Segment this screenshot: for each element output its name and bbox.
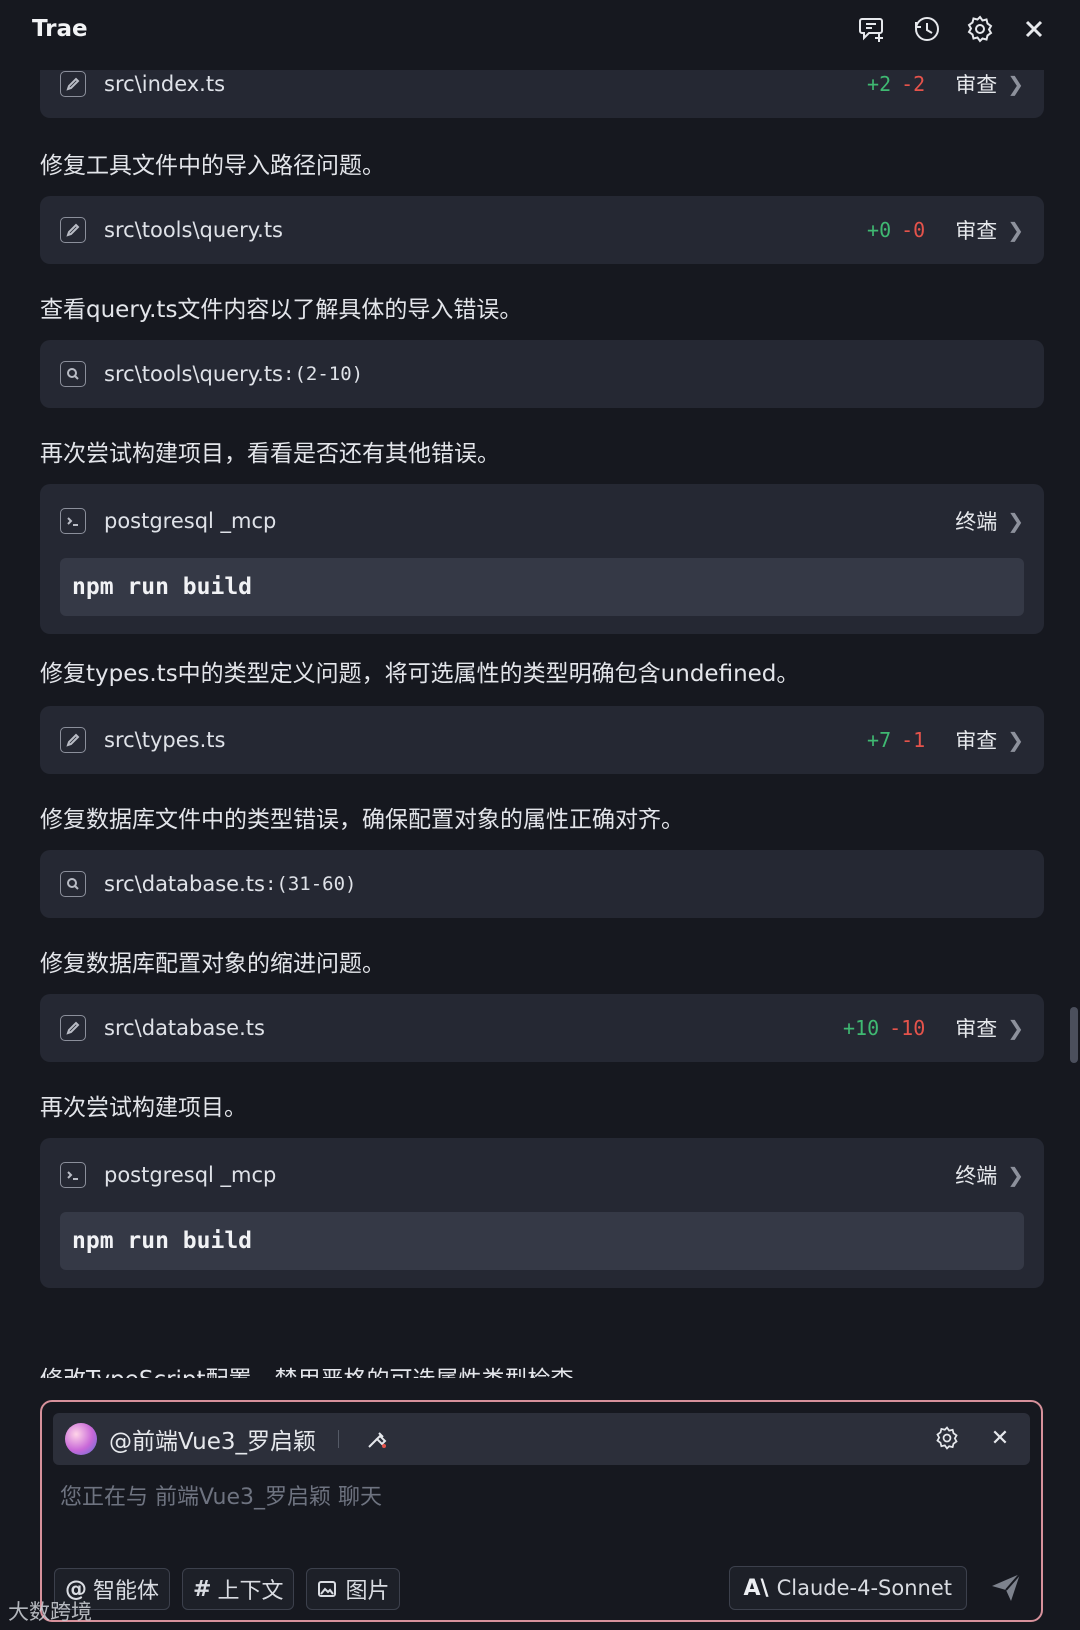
edit-icon [60,727,86,753]
send-button[interactable] [989,1570,1025,1606]
image-icon [318,1581,337,1597]
terminal-icon [60,1162,86,1188]
file-path: src\types.ts [104,728,226,752]
chevron-right-icon: ❯ [1007,1016,1024,1040]
assistant-message: 修复数据库配置对象的缩进问题。 [40,951,385,977]
terminal-card[interactable]: postgresql _mcp 终端 ❯ npm run build [40,1138,1044,1288]
agent-name: @前端Vue3_罗启颖 [109,1429,317,1455]
file-path: src\index.ts [104,72,226,96]
agent-selector[interactable]: @前端Vue3_罗启颖 ✕ [53,1413,1030,1465]
file-edit-card[interactable]: src\tools\query.ts +0 -0 审查 ❯ [40,196,1044,264]
chat-feed: src\index.ts +2 -2 审查 ❯ 修复工具文件中的导入路径问题。 s… [40,70,1044,1378]
composer-chips: @ 智能体 # 上下文 图片 [54,1568,401,1610]
chevron-right-icon: ❯ [1007,218,1024,242]
chat-input[interactable] [58,1476,1022,1518]
search-icon [60,871,86,897]
terminal-button[interactable]: 终端 ❯ [955,1160,1024,1190]
review-button[interactable]: 审查 ❯ [955,725,1024,755]
assistant-message: 修复工具文件中的导入路径问题。 [40,153,385,179]
terminal-button[interactable]: 终端 ❯ [955,506,1024,536]
chip-label: 智能体 [93,1579,160,1604]
lines-added: +0 [867,218,892,242]
edit-icon [60,217,86,243]
divider [338,1430,340,1448]
hash-icon: # [193,1576,212,1602]
chip-label: 上下文 [217,1579,284,1604]
title-bar: Trae [0,0,1080,58]
lines-added: +10 [842,1016,880,1040]
review-label: 审查 [955,73,998,97]
file-view-card[interactable]: src\database.ts :(31-60) [40,850,1044,918]
terminal-label: 终端 [955,1164,998,1188]
tools-icon[interactable] [363,1425,391,1453]
model-name: Claude-4-Sonnet [776,1576,952,1600]
line-range: :(2-10) [283,363,364,385]
search-icon [60,361,86,387]
terminal-name: postgresql _mcp [104,1163,277,1187]
terminal-card[interactable]: postgresql _mcp 终端 ❯ npm run build [40,484,1044,634]
chevron-right-icon: ❯ [1007,1163,1024,1187]
file-view-card[interactable]: src\tools\query.ts :(2-10) [40,340,1044,408]
review-button[interactable]: 审查 ❯ [955,70,1024,99]
assistant-message: 再次尝试构建项目。 [40,1095,247,1121]
anthropic-logo-icon: A\ [743,1575,769,1601]
agent-settings-icon[interactable] [934,1425,962,1453]
file-path: src\database.ts [104,1016,265,1040]
edit-icon [60,1015,86,1041]
file-edit-card[interactable]: src\index.ts +2 -2 审查 ❯ [40,70,1044,118]
line-range: :(31-60) [264,873,357,895]
scrollbar-thumb[interactable] [1070,1007,1078,1063]
assistant-message: 查看query.ts文件内容以了解具体的导入错误。 [40,297,523,323]
chat-composer: @前端Vue3_罗启颖 ✕ @ 智能体 # 上下文 图片 A\ Claude-4… [40,1400,1043,1622]
history-icon[interactable] [908,11,944,47]
chevron-right-icon: ❯ [1007,509,1024,533]
review-label: 审查 [955,729,998,753]
close-icon[interactable] [1016,11,1052,47]
review-label: 审查 [955,1017,998,1041]
terminal-icon [60,508,86,534]
chip-label: 图片 [345,1579,390,1604]
terminal-name: postgresql _mcp [104,509,277,533]
settings-icon[interactable] [962,11,998,47]
lines-added: +2 [867,72,892,96]
command-text: npm run build [60,558,1024,616]
file-edit-card[interactable]: src\types.ts +7 -1 审查 ❯ [40,706,1044,774]
assistant-message: 修复types.ts中的类型定义问题，将可选属性的类型明确包含undefined… [40,661,800,687]
terminal-label: 终端 [955,510,998,534]
chevron-right-icon: ❯ [1007,72,1024,96]
review-button[interactable]: 审查 ❯ [955,1013,1024,1043]
lines-added: +7 [867,728,892,752]
file-path: src\database.ts [104,872,265,896]
new-chat-icon[interactable] [854,11,890,47]
assistant-message: 修改TypeScript配置，禁用严格的可选属性类型检查 [40,1360,1044,1378]
avatar [65,1423,97,1455]
review-button[interactable]: 审查 ❯ [955,215,1024,245]
lines-removed: -1 [901,728,926,752]
command-text: npm run build [60,1212,1024,1270]
assistant-message: 修复数据库文件中的类型错误，确保配置对象的属性正确对齐。 [40,807,684,833]
chevron-right-icon: ❯ [1007,728,1024,752]
send-icon [992,1573,1021,1601]
file-path: src\tools\query.ts [104,218,283,242]
app-title: Trae [32,16,88,42]
edit-icon [60,71,86,97]
agent-close-icon[interactable]: ✕ [986,1425,1014,1453]
lines-removed: -2 [901,72,926,96]
file-path: src\tools\query.ts [104,362,283,386]
review-label: 审查 [955,219,998,243]
file-edit-card[interactable]: src\database.ts +10 -10 审查 ❯ [40,994,1044,1062]
lines-removed: -10 [889,1016,926,1040]
model-selector[interactable]: A\ Claude-4-Sonnet [728,1566,967,1610]
lines-removed: -0 [901,218,926,242]
title-bar-actions [854,11,1052,47]
context-chip[interactable]: # 上下文 [182,1568,295,1610]
image-chip[interactable]: 图片 [306,1568,401,1610]
assistant-message: 再次尝试构建项目，看看是否还有其他错误。 [40,441,500,467]
watermark: 大数跨境 [8,1600,92,1624]
